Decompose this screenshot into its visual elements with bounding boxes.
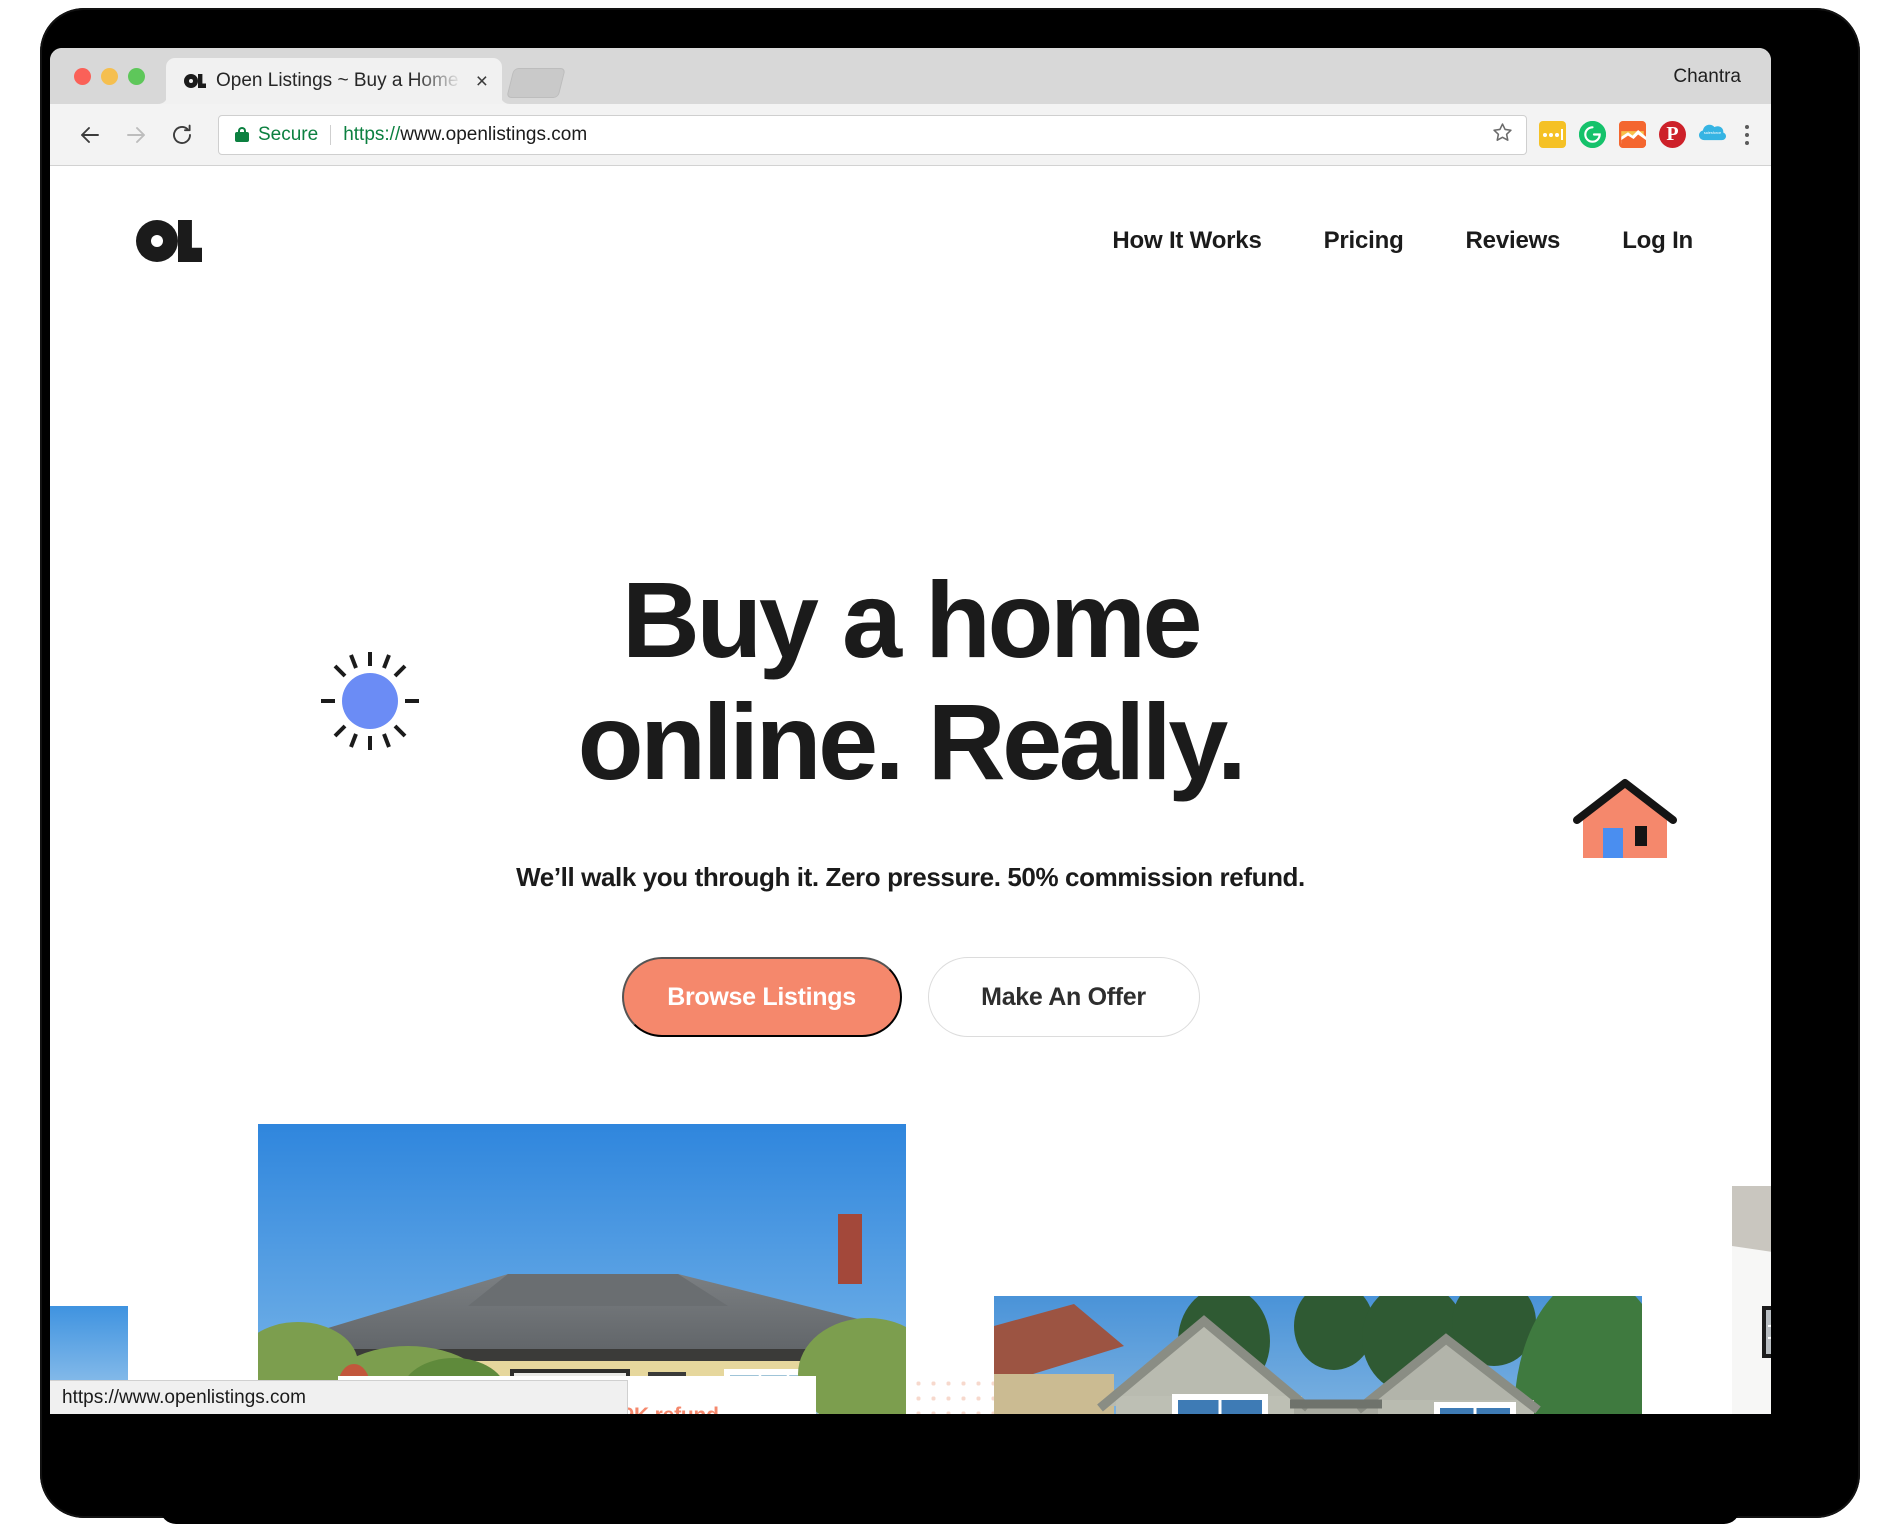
maximize-window-button[interactable]: [128, 68, 145, 85]
listing-photo-main[interactable]: [258, 1124, 906, 1414]
window-controls: [74, 68, 145, 85]
tab-title: Open Listings ~ Buy a Home O: [216, 70, 470, 91]
new-tab-button[interactable]: [506, 68, 566, 98]
nav-item-how-it-works[interactable]: How It Works: [1112, 227, 1261, 255]
browse-listings-button[interactable]: Browse Listings: [621, 957, 902, 1037]
nav-item-log-in[interactable]: Log In: [1622, 227, 1693, 255]
lastpass-extension-icon[interactable]: [1539, 121, 1566, 148]
grammarly-extension-icon[interactable]: [1579, 121, 1606, 148]
back-arrow-icon[interactable]: [72, 117, 108, 153]
minimize-window-button[interactable]: [101, 68, 118, 85]
listing-photo-interior[interactable]: [1732, 1186, 1771, 1414]
listing-photo-secondary[interactable]: [994, 1296, 1642, 1414]
omnibox-divider: [330, 124, 332, 145]
make-an-offer-button[interactable]: Make An Offer: [927, 957, 1200, 1037]
hero-section: Buy a home online. Really. We’ll walk yo…: [50, 316, 1771, 1037]
page-title: Buy a home online. Really.: [50, 316, 1771, 796]
chart-image-extension-icon[interactable]: [1619, 121, 1646, 148]
url-scheme: https://: [343, 123, 401, 145]
nav-item-pricing[interactable]: Pricing: [1324, 227, 1404, 255]
web-page-content: How It Works Pricing Reviews Log In Buy …: [50, 166, 1771, 1414]
browser-tab[interactable]: Open Listings ~ Buy a Home O ×: [166, 58, 502, 104]
browser-window: Open Listings ~ Buy a Home O × Chantra S…: [50, 48, 1771, 1414]
kebab-menu-icon[interactable]: [1739, 124, 1755, 145]
security-status-label: Secure: [258, 123, 319, 145]
lock-icon: [235, 127, 249, 142]
hero-cta-row: Browse Listings Make An Offer: [50, 957, 1771, 1037]
status-bar-url: https://www.openlistings.com: [50, 1380, 628, 1414]
headline-line-1: Buy a home: [621, 559, 1203, 680]
extensions-bar: P salesforce: [1539, 121, 1755, 148]
nav-item-reviews[interactable]: Reviews: [1466, 227, 1561, 255]
hero-subheading: We’ll walk you through it. Zero pressure…: [516, 862, 1305, 892]
sun-icon: [315, 646, 425, 756]
house-icon: [1573, 778, 1677, 864]
site-header: How It Works Pricing Reviews Log In: [50, 166, 1771, 316]
salesforce-extension-icon[interactable]: salesforce: [1699, 121, 1726, 148]
svg-text:salesforce: salesforce: [1704, 131, 1721, 135]
browser-tab-strip: Open Listings ~ Buy a Home O × Chantra: [50, 48, 1771, 104]
forward-arrow-icon: [118, 117, 154, 153]
address-bar[interactable]: Secure https:// www.openlistings.com: [218, 114, 1527, 155]
close-window-button[interactable]: [74, 68, 91, 85]
pinterest-extension-icon[interactable]: P: [1659, 121, 1686, 148]
listings-strip: Bought with OL – $9K refund 17452 Mayor …: [50, 1096, 1771, 1414]
headline-line-2: online. Really.: [577, 681, 1247, 802]
reload-icon[interactable]: [164, 117, 200, 153]
ol-logo[interactable]: [136, 220, 202, 262]
ol-favicon-icon: [184, 74, 206, 88]
close-tab-button[interactable]: ×: [470, 71, 494, 92]
url-host: www.openlistings.com: [400, 123, 588, 145]
device-foot: [160, 1498, 1740, 1524]
browser-toolbar: Secure https:// www.openlistings.com P s…: [50, 104, 1771, 166]
bookmark-star-icon[interactable]: [1491, 121, 1514, 149]
profile-name-label[interactable]: Chantra: [1673, 66, 1741, 88]
site-navigation: How It Works Pricing Reviews Log In: [1112, 227, 1693, 255]
